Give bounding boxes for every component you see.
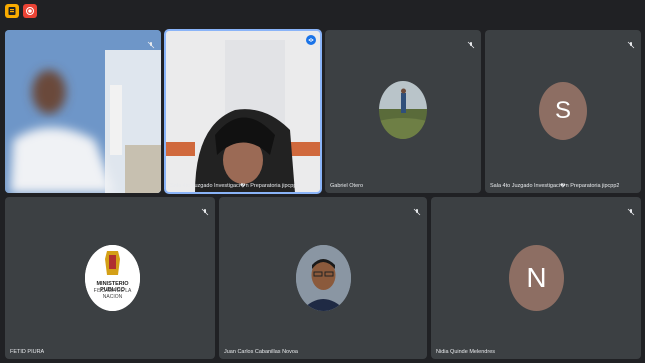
- avatar-letter: S: [539, 82, 587, 140]
- mic-off-icon: [627, 203, 635, 216]
- mic-off-icon: [413, 203, 421, 216]
- participant-tile[interactable]: N Nidia Quinde Melendres: [431, 197, 641, 359]
- logo-text: FISCALIA DE LA NACION: [93, 288, 132, 300]
- participant-name: Sala 4to Juzgado Investigaci�n Preparato…: [490, 183, 620, 189]
- top-bar: [0, 0, 645, 26]
- camera-video: [165, 30, 321, 193]
- participant-name: Sala 4to Juzgado Investigaci�n Preparato…: [170, 183, 300, 189]
- participant-tile[interactable]: [5, 30, 161, 193]
- logo-avatar: MINISTERIO PUBLICO FISCALIA DE LA NACION: [85, 245, 140, 311]
- audio-indicator-icon: [306, 35, 316, 45]
- participant-tile[interactable]: S Sala 4to Juzgado Investigaci�n Prepara…: [485, 30, 641, 193]
- mic-off-icon: [467, 36, 475, 49]
- participant-tile[interactable]: Juan Carlos Cabanillas Novoa: [219, 197, 427, 359]
- avatar-letter: N: [509, 245, 564, 311]
- participant-name: FETID PIURA: [10, 349, 45, 355]
- mic-off-icon: [147, 36, 155, 49]
- participant-name: Gabriel Otero: [330, 183, 364, 189]
- participant-tile[interactable]: Gabriel Otero: [325, 30, 481, 193]
- avatar: [296, 245, 351, 311]
- participant-name: Juan Carlos Cabanillas Novoa: [224, 349, 298, 355]
- mic-off-icon: [201, 203, 209, 216]
- slides-icon[interactable]: [5, 4, 19, 18]
- participant-tile[interactable]: MINISTERIO PUBLICO FISCALIA DE LA NACION…: [5, 197, 215, 359]
- mic-off-icon: [627, 36, 635, 49]
- blurred-video: [5, 30, 161, 193]
- participant-name: Nidia Quinde Melendres: [436, 349, 496, 355]
- avatar: [379, 81, 427, 139]
- record-icon[interactable]: [23, 4, 37, 18]
- participant-tile-speaking[interactable]: Sala 4to Juzgado Investigaci�n Preparato…: [164, 29, 322, 194]
